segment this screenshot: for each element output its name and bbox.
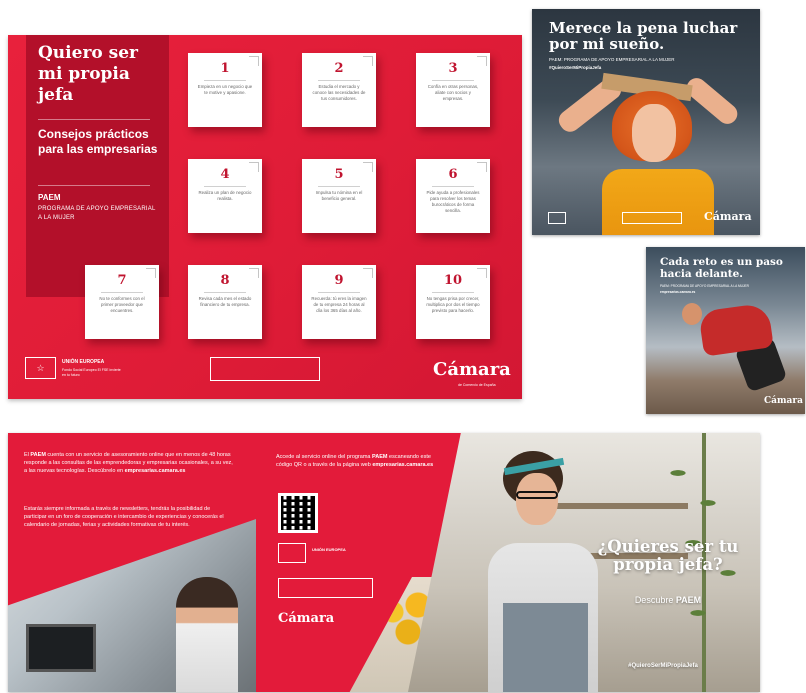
- divider: [318, 292, 360, 293]
- poster-program: PROGRAMA DE APOYO EMPRESARIAL A LA MUJER: [38, 206, 156, 221]
- divider: [432, 80, 474, 81]
- tip-text: Impulsa tu nómina en el beneficio genera…: [315, 190, 363, 201]
- link-text: empresarias.camara.es: [372, 462, 434, 468]
- tip-text: Realiza un plan de negocio realista.: [198, 190, 252, 201]
- tip-text: No te conformes con el primer proveedor …: [99, 296, 145, 313]
- photo-apron: [503, 603, 588, 692]
- tip-card: 1 Empieza en un negocio que te motive y …: [188, 53, 262, 127]
- card-corner: [477, 56, 487, 66]
- tip-text: Revisa cada mes el estado financiero de …: [198, 296, 252, 307]
- tip-card: 4 Realiza un plan de negocio realista.: [188, 159, 262, 233]
- photo-woman: [176, 577, 238, 692]
- government-logo: [622, 212, 682, 224]
- government-logo: [210, 357, 320, 381]
- card-corner: [249, 162, 259, 172]
- photo-body: [698, 302, 774, 357]
- tip-card: 10 No tengas prisa por crecer, multiplic…: [416, 265, 490, 339]
- photo-face: [516, 473, 558, 525]
- government-logo: [278, 578, 373, 598]
- tip-card: 7 No te conformes con el primer proveedo…: [85, 265, 159, 339]
- divider: [318, 80, 360, 81]
- card-corner: [249, 56, 259, 66]
- divider: [204, 292, 246, 293]
- cover-hashtag: #QuieroSerMiPropiaJefa: [628, 663, 698, 669]
- eu-label: UNIÓN EUROPEA: [312, 547, 346, 552]
- tip-card: 9 Recuerda: tú eres la imagen de tu empr…: [302, 265, 376, 339]
- divider: [204, 80, 246, 81]
- tip-card: 3 Confía en otras personas, aliate con s…: [416, 53, 490, 127]
- ad-headline: Merece la pena luchar por mi sueño.: [549, 19, 738, 53]
- tip-card: 2 Estudia el mercado y conoce las necesi…: [302, 53, 376, 127]
- tip-text: No tengas prisa por crecer, multiplica p…: [426, 296, 480, 313]
- eu-label: UNIÓN EUROPEA: [62, 359, 105, 365]
- ad-subline: PAEM: PROGRAMA DE APOYO EMPRESARIAL A LA…: [549, 57, 675, 62]
- eu-flag-icon: ☆: [25, 357, 56, 379]
- ad-subline: PAEM: PROGRAMA DE APOYO EMPRESARIAL A LA…: [660, 284, 749, 288]
- card-corner: [363, 268, 373, 278]
- divider: [204, 186, 246, 187]
- ad-footer: Cámara: [542, 208, 752, 230]
- tip-card: 8 Revisa cada mes el estado financiero d…: [188, 265, 262, 339]
- camara-logo-sub: de Comercio de España: [458, 383, 496, 387]
- card-corner: [363, 162, 373, 172]
- ad-hashtag: empresarias.camara.es: [660, 290, 696, 294]
- ad-headline: Cada reto es un paso hacia delante.: [660, 256, 783, 280]
- text: Descubre: [634, 595, 676, 605]
- divider: [101, 292, 143, 293]
- text: PAEM: [675, 595, 702, 605]
- eu-fund-text: Fondo Social Europeo El FSE invierte en …: [62, 368, 121, 377]
- text: PAEM: [30, 452, 46, 458]
- poster-paem: PAEM: [38, 193, 61, 202]
- eu-flag-icon: [548, 212, 566, 224]
- photo-monitor: [26, 624, 96, 672]
- divider: [38, 119, 150, 120]
- ad-photo-runner: Cada reto es un paso hacia delante. PAEM…: [646, 247, 805, 414]
- office-photo: [8, 519, 256, 692]
- divider: [38, 185, 150, 186]
- camara-logo: Cámara: [278, 611, 335, 626]
- camara-logo: Cámara: [704, 210, 752, 223]
- divider: [432, 292, 474, 293]
- tip-text: Empieza en un negocio que te motive y ap…: [197, 84, 253, 95]
- text: Accede al servicio online del programa: [276, 454, 372, 460]
- card-corner: [477, 268, 487, 278]
- brochure-paragraph: Estarás siempre informada a través de ne…: [24, 506, 224, 528]
- qr-code-icon: [278, 493, 318, 533]
- card-corner: [146, 268, 156, 278]
- tip-card: 5 Impulsa tu nómina en el beneficio gene…: [302, 159, 376, 233]
- eu-block: UNIÓN EUROPEA: [278, 543, 368, 565]
- divider: [432, 186, 474, 187]
- divider: [318, 186, 360, 187]
- camara-logo: Cámara: [433, 359, 511, 380]
- brochure-qr-text: Accede al servicio online del programa P…: [276, 453, 436, 469]
- card-corner: [477, 162, 487, 172]
- brochure: El PAEM cuenta con un servicio de asesor…: [8, 433, 760, 692]
- poster-title: Quiero ser mi propia jefa: [38, 43, 138, 105]
- tips-poster: Quiero ser mi propia jefa Consejos práct…: [8, 35, 522, 399]
- camara-logo: Cámara: [764, 396, 803, 406]
- photo-head: [682, 303, 702, 325]
- photo-face: [632, 104, 676, 162]
- ad-hashtag: #QuieroSerMiPropiaJefa: [549, 65, 602, 70]
- brochure-paragraph: El PAEM cuenta con un servicio de asesor…: [24, 451, 234, 475]
- card-corner: [249, 268, 259, 278]
- text: PAEM: [372, 454, 388, 460]
- cover-title: ¿Quieres ser tu propia jefa?: [597, 537, 739, 574]
- ad-photo-redhead: Merece la pena luchar por mi sueño. PAEM…: [532, 9, 760, 235]
- link-text: empresarias.camara.es: [124, 468, 186, 474]
- tip-card: 6 Pide ayuda a profesionales para resolv…: [416, 159, 490, 233]
- photo-glasses: [516, 491, 558, 499]
- tip-text: Recuerda: tú eres la imagen de tu empres…: [311, 296, 367, 313]
- cover-subtitle: Descubre PAEM: [578, 595, 758, 605]
- card-corner: [363, 56, 373, 66]
- poster-footer: ☆ UNIÓN EUROPEA Fondo Social Europeo El …: [8, 347, 522, 399]
- tip-text: Estudia el mercado y conoce las necesida…: [312, 84, 366, 101]
- tip-text: Pide ayuda a profesionales para resolver…: [426, 190, 480, 213]
- tip-text: Confía en otras personas, aliate con soc…: [427, 84, 479, 101]
- eu-flag-icon: [278, 543, 306, 563]
- poster-subtitle: Consejos prácticos para las empresarias: [38, 127, 158, 156]
